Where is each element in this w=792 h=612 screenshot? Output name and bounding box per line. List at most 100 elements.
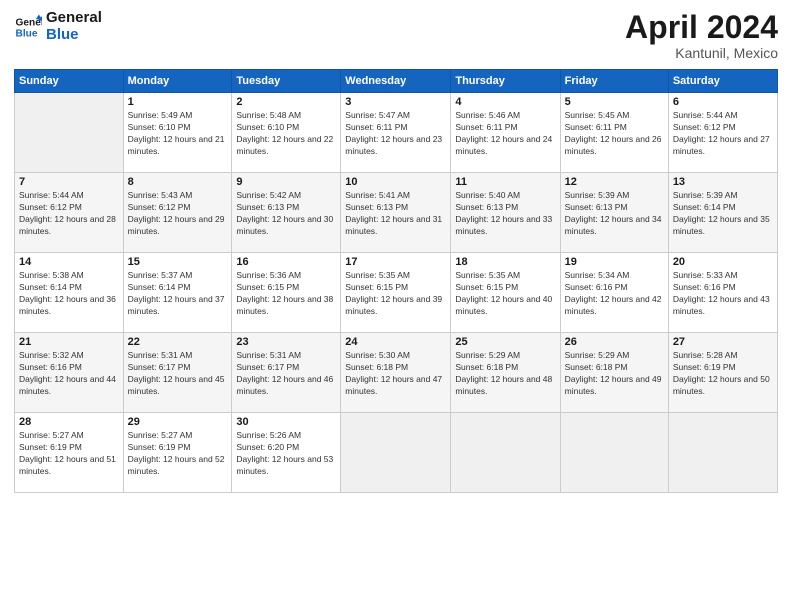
day-info: Sunrise: 5:26 AM Sunset: 6:20 PM Dayligh… bbox=[236, 430, 336, 478]
logo-blue: Blue bbox=[46, 27, 102, 44]
day-number: 13 bbox=[673, 176, 773, 188]
day-number: 27 bbox=[673, 336, 773, 348]
day-number: 7 bbox=[19, 176, 119, 188]
day-number: 4 bbox=[455, 96, 555, 108]
calendar-cell: 14 Sunrise: 5:38 AM Sunset: 6:14 PM Dayl… bbox=[15, 253, 124, 333]
weekday-header-thursday: Thursday bbox=[451, 70, 560, 93]
day-number: 23 bbox=[236, 336, 336, 348]
day-number: 6 bbox=[673, 96, 773, 108]
day-info: Sunrise: 5:35 AM Sunset: 6:15 PM Dayligh… bbox=[345, 270, 446, 318]
day-info: Sunrise: 5:45 AM Sunset: 6:11 PM Dayligh… bbox=[565, 110, 664, 158]
calendar-cell: 13 Sunrise: 5:39 AM Sunset: 6:14 PM Dayl… bbox=[668, 173, 777, 253]
calendar-cell: 25 Sunrise: 5:29 AM Sunset: 6:18 PM Dayl… bbox=[451, 333, 560, 413]
day-number: 1 bbox=[128, 96, 228, 108]
day-info: Sunrise: 5:46 AM Sunset: 6:11 PM Dayligh… bbox=[455, 110, 555, 158]
day-number: 8 bbox=[128, 176, 228, 188]
day-info: Sunrise: 5:28 AM Sunset: 6:19 PM Dayligh… bbox=[673, 350, 773, 398]
calendar-cell: 12 Sunrise: 5:39 AM Sunset: 6:13 PM Dayl… bbox=[560, 173, 668, 253]
calendar-cell: 24 Sunrise: 5:30 AM Sunset: 6:18 PM Dayl… bbox=[341, 333, 451, 413]
logo: General Blue General Blue bbox=[14, 10, 102, 43]
day-number: 2 bbox=[236, 96, 336, 108]
page: General Blue General Blue April 2024 Kan… bbox=[0, 0, 792, 612]
calendar-cell: 22 Sunrise: 5:31 AM Sunset: 6:17 PM Dayl… bbox=[123, 333, 232, 413]
day-info: Sunrise: 5:41 AM Sunset: 6:13 PM Dayligh… bbox=[345, 190, 446, 238]
calendar-cell: 10 Sunrise: 5:41 AM Sunset: 6:13 PM Dayl… bbox=[341, 173, 451, 253]
calendar-cell: 8 Sunrise: 5:43 AM Sunset: 6:12 PM Dayli… bbox=[123, 173, 232, 253]
calendar-cell: 1 Sunrise: 5:49 AM Sunset: 6:10 PM Dayli… bbox=[123, 93, 232, 173]
calendar-cell: 29 Sunrise: 5:27 AM Sunset: 6:19 PM Dayl… bbox=[123, 413, 232, 493]
title-block: April 2024 Kantunil, Mexico bbox=[625, 10, 778, 61]
day-number: 21 bbox=[19, 336, 119, 348]
day-number: 29 bbox=[128, 416, 228, 428]
day-info: Sunrise: 5:47 AM Sunset: 6:11 PM Dayligh… bbox=[345, 110, 446, 158]
calendar-cell: 2 Sunrise: 5:48 AM Sunset: 6:10 PM Dayli… bbox=[232, 93, 341, 173]
calendar-cell bbox=[341, 413, 451, 493]
calendar-cell: 3 Sunrise: 5:47 AM Sunset: 6:11 PM Dayli… bbox=[341, 93, 451, 173]
calendar-table: SundayMondayTuesdayWednesdayThursdayFrid… bbox=[14, 69, 778, 493]
day-number: 28 bbox=[19, 416, 119, 428]
day-info: Sunrise: 5:38 AM Sunset: 6:14 PM Dayligh… bbox=[19, 270, 119, 318]
day-number: 12 bbox=[565, 176, 664, 188]
day-number: 20 bbox=[673, 256, 773, 268]
day-number: 19 bbox=[565, 256, 664, 268]
day-info: Sunrise: 5:29 AM Sunset: 6:18 PM Dayligh… bbox=[455, 350, 555, 398]
calendar-cell: 20 Sunrise: 5:33 AM Sunset: 6:16 PM Dayl… bbox=[668, 253, 777, 333]
calendar-cell: 11 Sunrise: 5:40 AM Sunset: 6:13 PM Dayl… bbox=[451, 173, 560, 253]
day-info: Sunrise: 5:44 AM Sunset: 6:12 PM Dayligh… bbox=[673, 110, 773, 158]
day-number: 10 bbox=[345, 176, 446, 188]
day-info: Sunrise: 5:39 AM Sunset: 6:14 PM Dayligh… bbox=[673, 190, 773, 238]
day-info: Sunrise: 5:27 AM Sunset: 6:19 PM Dayligh… bbox=[128, 430, 228, 478]
day-number: 22 bbox=[128, 336, 228, 348]
weekday-header-saturday: Saturday bbox=[668, 70, 777, 93]
day-number: 9 bbox=[236, 176, 336, 188]
calendar-cell bbox=[15, 93, 124, 173]
calendar-cell: 28 Sunrise: 5:27 AM Sunset: 6:19 PM Dayl… bbox=[15, 413, 124, 493]
weekday-header-friday: Friday bbox=[560, 70, 668, 93]
day-info: Sunrise: 5:40 AM Sunset: 6:13 PM Dayligh… bbox=[455, 190, 555, 238]
day-number: 25 bbox=[455, 336, 555, 348]
calendar-cell: 27 Sunrise: 5:28 AM Sunset: 6:19 PM Dayl… bbox=[668, 333, 777, 413]
calendar-cell: 15 Sunrise: 5:37 AM Sunset: 6:14 PM Dayl… bbox=[123, 253, 232, 333]
day-info: Sunrise: 5:31 AM Sunset: 6:17 PM Dayligh… bbox=[128, 350, 228, 398]
calendar-cell: 17 Sunrise: 5:35 AM Sunset: 6:15 PM Dayl… bbox=[341, 253, 451, 333]
svg-text:Blue: Blue bbox=[16, 28, 38, 39]
day-number: 3 bbox=[345, 96, 446, 108]
weekday-header-wednesday: Wednesday bbox=[341, 70, 451, 93]
calendar-cell: 21 Sunrise: 5:32 AM Sunset: 6:16 PM Dayl… bbox=[15, 333, 124, 413]
day-info: Sunrise: 5:36 AM Sunset: 6:15 PM Dayligh… bbox=[236, 270, 336, 318]
day-info: Sunrise: 5:42 AM Sunset: 6:13 PM Dayligh… bbox=[236, 190, 336, 238]
day-info: Sunrise: 5:29 AM Sunset: 6:18 PM Dayligh… bbox=[565, 350, 664, 398]
day-info: Sunrise: 5:35 AM Sunset: 6:15 PM Dayligh… bbox=[455, 270, 555, 318]
day-info: Sunrise: 5:30 AM Sunset: 6:18 PM Dayligh… bbox=[345, 350, 446, 398]
weekday-header-sunday: Sunday bbox=[15, 70, 124, 93]
day-number: 30 bbox=[236, 416, 336, 428]
day-number: 11 bbox=[455, 176, 555, 188]
calendar-cell: 6 Sunrise: 5:44 AM Sunset: 6:12 PM Dayli… bbox=[668, 93, 777, 173]
day-info: Sunrise: 5:43 AM Sunset: 6:12 PM Dayligh… bbox=[128, 190, 228, 238]
day-number: 16 bbox=[236, 256, 336, 268]
day-number: 18 bbox=[455, 256, 555, 268]
day-number: 26 bbox=[565, 336, 664, 348]
calendar-cell: 30 Sunrise: 5:26 AM Sunset: 6:20 PM Dayl… bbox=[232, 413, 341, 493]
day-number: 5 bbox=[565, 96, 664, 108]
day-number: 14 bbox=[19, 256, 119, 268]
calendar-cell: 7 Sunrise: 5:44 AM Sunset: 6:12 PM Dayli… bbox=[15, 173, 124, 253]
calendar-cell: 19 Sunrise: 5:34 AM Sunset: 6:16 PM Dayl… bbox=[560, 253, 668, 333]
day-info: Sunrise: 5:37 AM Sunset: 6:14 PM Dayligh… bbox=[128, 270, 228, 318]
day-info: Sunrise: 5:39 AM Sunset: 6:13 PM Dayligh… bbox=[565, 190, 664, 238]
calendar-cell: 4 Sunrise: 5:46 AM Sunset: 6:11 PM Dayli… bbox=[451, 93, 560, 173]
location: Kantunil, Mexico bbox=[625, 45, 778, 61]
calendar-cell bbox=[451, 413, 560, 493]
calendar-cell: 5 Sunrise: 5:45 AM Sunset: 6:11 PM Dayli… bbox=[560, 93, 668, 173]
day-info: Sunrise: 5:27 AM Sunset: 6:19 PM Dayligh… bbox=[19, 430, 119, 478]
day-number: 24 bbox=[345, 336, 446, 348]
day-info: Sunrise: 5:31 AM Sunset: 6:17 PM Dayligh… bbox=[236, 350, 336, 398]
day-info: Sunrise: 5:32 AM Sunset: 6:16 PM Dayligh… bbox=[19, 350, 119, 398]
calendar-cell bbox=[560, 413, 668, 493]
logo-general: General bbox=[46, 10, 102, 27]
logo-icon: General Blue bbox=[14, 13, 42, 41]
calendar-cell: 23 Sunrise: 5:31 AM Sunset: 6:17 PM Dayl… bbox=[232, 333, 341, 413]
day-info: Sunrise: 5:34 AM Sunset: 6:16 PM Dayligh… bbox=[565, 270, 664, 318]
calendar-cell: 18 Sunrise: 5:35 AM Sunset: 6:15 PM Dayl… bbox=[451, 253, 560, 333]
month-title: April 2024 bbox=[625, 10, 778, 45]
